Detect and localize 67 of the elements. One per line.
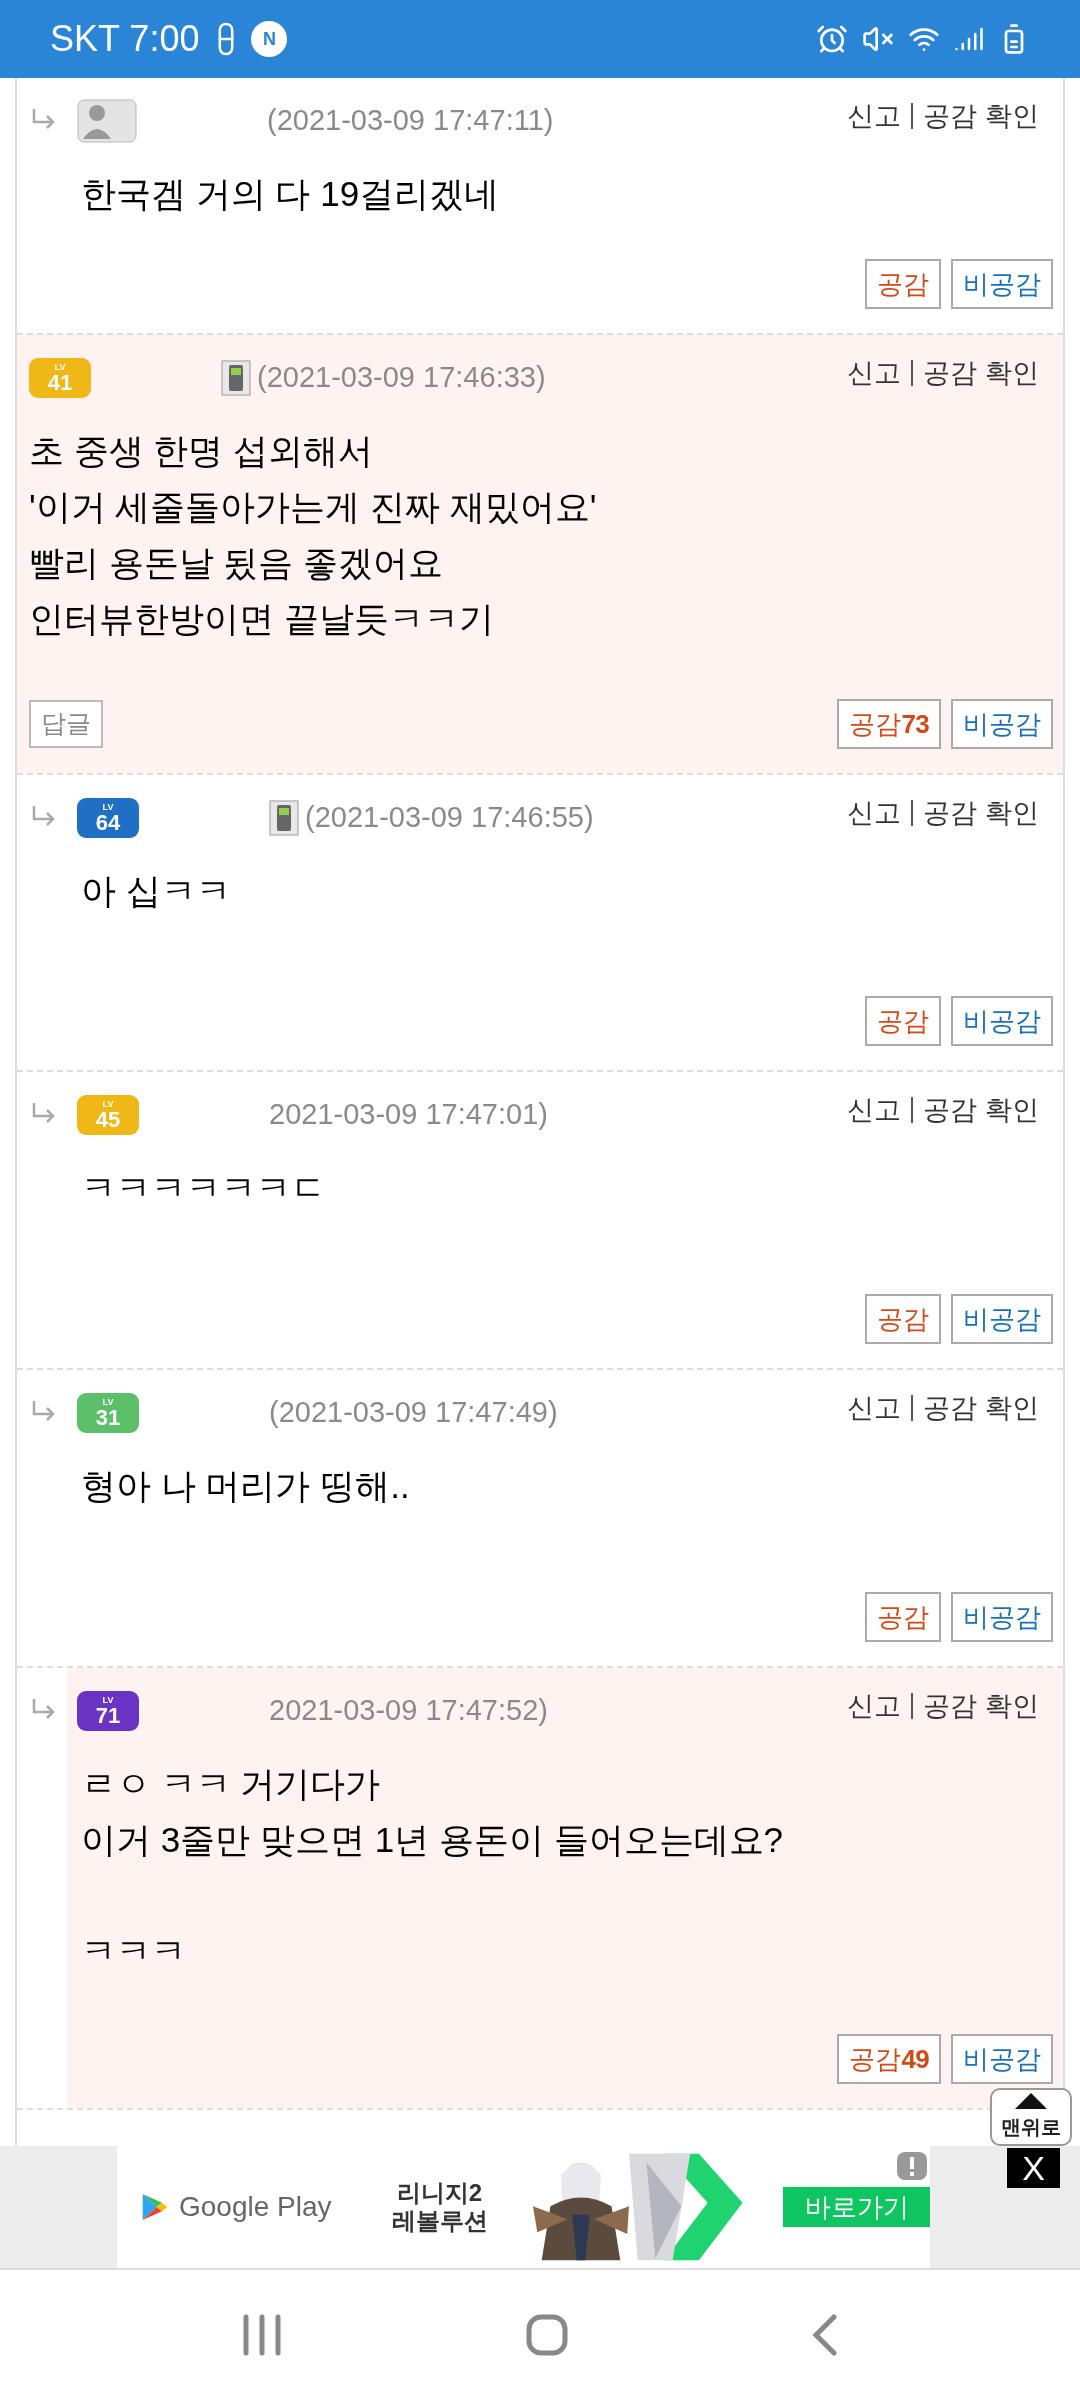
dislike-button[interactable]: 비공감 <box>951 1294 1053 1344</box>
like-button[interactable]: 공감 <box>865 996 941 1046</box>
scroll-to-top-button[interactable]: 맨위로 <box>990 2088 1072 2146</box>
likes-check-link[interactable]: 공감 확인 <box>923 1090 1053 1131</box>
likes-check-link[interactable]: 공감 확인 <box>923 1686 1053 1727</box>
comment-time: 2021-03-09 17:47:52) <box>269 1693 548 1729</box>
report-link[interactable]: 신고 <box>847 1090 902 1131</box>
comment-time: (2021-03-09 17:46:33) <box>257 360 546 396</box>
back-icon[interactable] <box>812 2314 838 2356</box>
comment-time: 2021-03-09 17:47:01) <box>269 1097 548 1133</box>
recent-apps-icon[interactable] <box>242 2314 282 2356</box>
like-button[interactable]: 공감49 <box>837 2034 941 2084</box>
store-name: Google Play <box>178 2190 332 2224</box>
comment-text: 초 중생 한명 섭외해서 <box>29 430 375 472</box>
user-icon <box>77 99 137 143</box>
comment-text: 한국겜 거의 다 19걸리겠네 <box>81 173 501 215</box>
comment-text: 형아 나 머리가 띵해.. <box>81 1465 411 1507</box>
ad-banner[interactable]: Google Play 리니지2 레볼루션 바로가기 X <box>0 2146 1080 2268</box>
comment-text: '이거 세줄돌아가는게 진짜 재밌어요' <box>29 486 598 528</box>
comment-text: 이거 3줄만 맞으면 1년 용돈이 들어오는데요? <box>81 1819 785 1861</box>
like-button[interactable]: 공감 <box>865 259 941 309</box>
level-number: 41 <box>47 371 73 394</box>
like-button[interactable]: 공감 <box>865 1294 941 1344</box>
app-notification-icon: N <box>251 21 288 57</box>
lv-label: LV <box>102 802 114 812</box>
likes-check-link[interactable]: 공감 확인 <box>923 96 1053 137</box>
report-link[interactable]: 신고 <box>847 1686 902 1727</box>
dislike-button[interactable]: 비공감 <box>951 996 1053 1046</box>
comment-text: ㅋㅋㅋ <box>81 1930 187 1972</box>
ad-title: 리니지2 <box>396 2179 483 2207</box>
dislike-button[interactable]: 비공감 <box>951 259 1053 309</box>
ad-close-button[interactable]: X <box>1007 2148 1060 2188</box>
lv-label: LV <box>54 362 66 372</box>
reply-button[interactable]: 답글 <box>29 700 103 748</box>
lv-label: LV <box>102 1099 114 1109</box>
comment-text: 빨리 용돈날 됬음 좋겠어요 <box>29 542 445 584</box>
carrier-time: SKT 7:00 <box>50 17 200 61</box>
comment-text: ㄹㅇ ㅋㅋ 거기다가 <box>81 1763 382 1805</box>
level-number: 45 <box>95 1108 121 1131</box>
dislike-button[interactable]: 비공감 <box>951 2034 1053 2084</box>
lv-label: LV <box>102 1397 114 1407</box>
like-button[interactable]: 공감 <box>865 1592 941 1642</box>
likes-check-link[interactable]: 공감 확인 <box>923 1388 1053 1429</box>
report-link[interactable]: 신고 <box>847 1388 902 1429</box>
comment-time: (2021-03-09 17:47:11) <box>267 103 554 139</box>
dislike-button[interactable]: 비공감 <box>951 699 1053 749</box>
comment-text: 인터뷰한방이면 끝날듯ㅋㅋ기 <box>29 598 495 640</box>
level-number: 71 <box>95 1704 121 1727</box>
lv-label: LV <box>102 1695 114 1705</box>
comment-time: (2021-03-09 17:47:49) <box>269 1395 558 1431</box>
report-link[interactable]: 신고 <box>847 793 902 834</box>
comment-text: ㅋㅋㅋㅋㅋㅋㄷ <box>81 1167 327 1209</box>
report-link[interactable]: 신고 <box>847 96 902 137</box>
level-number: 64 <box>95 811 121 834</box>
level-number: 31 <box>95 1406 121 1429</box>
home-icon[interactable] <box>526 2314 568 2356</box>
report-link[interactable]: 신고 <box>847 353 902 394</box>
ad-title: 레볼루션 <box>391 2207 488 2235</box>
comment-time: (2021-03-09 17:46:55) <box>305 800 594 836</box>
alarm-icon <box>816 23 848 55</box>
ad-info-icon[interactable] <box>897 2152 927 2180</box>
likes-check-link[interactable]: 공감 확인 <box>923 353 1053 394</box>
like-button[interactable]: 공감73 <box>837 699 941 749</box>
up-triangle-icon <box>1014 2092 1048 2110</box>
comment-text: 아 십ㅋㅋ <box>81 870 232 912</box>
likes-check-link[interactable]: 공감 확인 <box>923 793 1053 834</box>
dislike-button[interactable]: 비공감 <box>951 1592 1053 1642</box>
